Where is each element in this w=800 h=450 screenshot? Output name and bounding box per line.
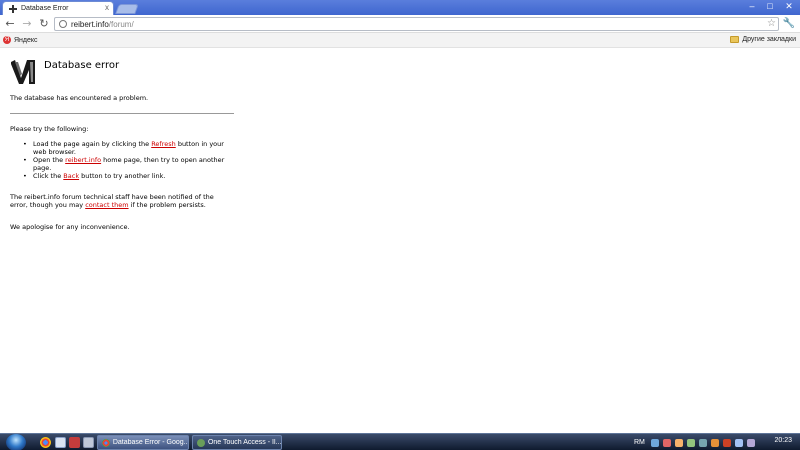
tab-strip: Database Error x – □ ✕	[0, 0, 800, 15]
staff-notified-text: The reibert.info forum technical staff h…	[10, 193, 214, 209]
explorer-quicklaunch-icon[interactable]	[55, 437, 66, 448]
window-maximize-button[interactable]: □	[762, 0, 778, 12]
taskbar-item-database-error[interactable]: Database Error - Goog...	[97, 435, 189, 450]
app-tray-icon[interactable]	[686, 438, 695, 447]
list-item: Open the reibert.info home page, then tr…	[23, 156, 235, 172]
bookmark-yandex[interactable]: Я Яндекс	[3, 36, 38, 44]
taskbar-item-label: Database Error - Goog...	[112, 439, 188, 446]
please-try-text: Please try the following:	[10, 125, 89, 133]
url-text: reibert.info/forum/	[71, 20, 134, 29]
antivirus-icon[interactable]	[722, 438, 731, 447]
app-icon	[197, 438, 205, 447]
taskbar-item-label: One Touch Access - Il...	[207, 439, 281, 446]
clock[interactable]: 20:23	[774, 437, 792, 444]
list-item: Click the Back button to try another lin…	[23, 172, 235, 180]
address-bar[interactable]: reibert.info/forum/ ☆	[54, 17, 779, 31]
url-host: reibert.info	[71, 19, 109, 29]
power-icon[interactable]	[746, 438, 755, 447]
start-button[interactable]	[6, 434, 26, 450]
window-minimize-button[interactable]: –	[744, 0, 760, 12]
tab-title: Database Error	[21, 5, 69, 12]
taskbar: Database Error - Goog... One Touch Acces…	[0, 433, 800, 450]
update-icon[interactable]	[674, 438, 683, 447]
list-item: Load the page again by clicking the Refr…	[23, 140, 235, 156]
back-link[interactable]: Back	[63, 172, 79, 180]
app-quicklaunch-icon[interactable]	[69, 437, 80, 448]
volume-icon[interactable]	[734, 438, 743, 447]
chrome-icon	[102, 438, 110, 447]
wrench-menu-icon[interactable]: 🔧	[783, 17, 795, 31]
screen: Database Error x – □ ✕ ← → ↻ reibert.inf…	[0, 0, 800, 450]
site-logo	[10, 58, 36, 86]
security-icon[interactable]	[662, 438, 671, 447]
bookmarks-bar: Я Яндекс Другие закладки	[0, 33, 800, 48]
folder-icon	[730, 36, 740, 43]
reload-icon[interactable]: ↻	[37, 17, 51, 31]
app-tray-icon[interactable]	[698, 438, 707, 447]
desktop-quicklaunch-icon[interactable]	[83, 437, 94, 448]
tab-close-icon[interactable]: x	[105, 4, 109, 12]
divider	[10, 113, 234, 114]
globe-icon	[59, 20, 67, 28]
home-page-link[interactable]: reibert.info	[65, 156, 101, 164]
forward-arrow-icon[interactable]: →	[20, 17, 34, 31]
language-indicator[interactable]: RM	[634, 439, 645, 446]
error-message: The database has encountered a problem.	[10, 94, 149, 102]
window-close-button[interactable]: ✕	[780, 0, 798, 12]
bookmark-other-label: Другие закладки	[742, 36, 796, 43]
system-tray: RM	[634, 436, 759, 449]
contact-them-link[interactable]: contact them	[85, 201, 128, 209]
bookmark-yandex-label: Яндекс	[14, 36, 38, 44]
bookmark-star-icon[interactable]: ☆	[767, 18, 776, 30]
page-content: Database error The database has encounte…	[0, 49, 800, 433]
browser-toolbar: ← → ↻ reibert.info/forum/ ☆ 🔧	[0, 15, 800, 33]
yandex-icon: Я	[3, 36, 11, 44]
chrome-quicklaunch-icon[interactable]	[40, 437, 51, 448]
refresh-link[interactable]: Refresh	[151, 140, 176, 148]
tab-favicon-icon	[9, 4, 17, 13]
suggestion-list: Load the page again by clicking the Refr…	[23, 140, 235, 180]
app-tray-icon[interactable]	[710, 438, 719, 447]
apology-text: We apologise for any inconvenience.	[10, 223, 130, 231]
new-tab-button[interactable]	[115, 4, 139, 14]
bookmark-other-folder[interactable]: Другие закладки	[730, 36, 796, 43]
page-title: Database error	[44, 60, 120, 71]
tab-database-error[interactable]: Database Error x	[2, 1, 114, 15]
taskbar-item-one-touch-access[interactable]: One Touch Access - Il...	[192, 435, 282, 450]
url-path: /forum/	[108, 19, 134, 29]
network-icon[interactable]	[650, 438, 659, 447]
back-arrow-icon[interactable]: ←	[3, 17, 17, 31]
